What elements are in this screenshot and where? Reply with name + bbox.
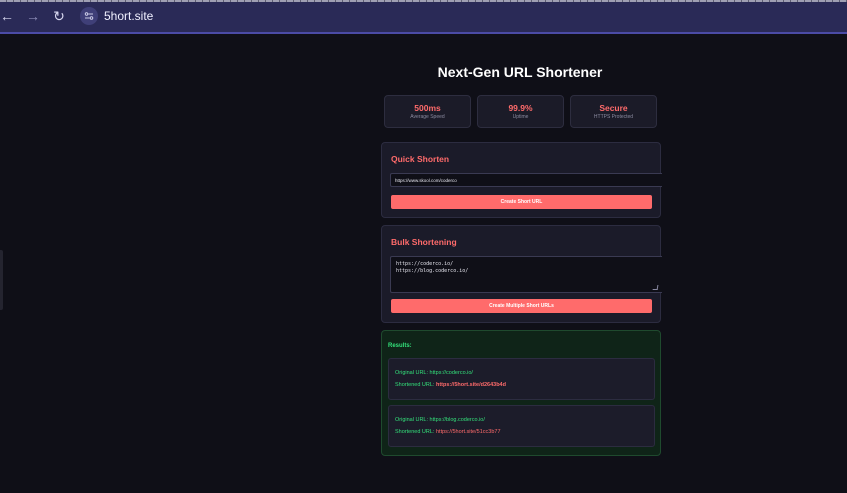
bulk-shortening-heading: Bulk Shortening bbox=[391, 237, 457, 247]
shortened-url-link[interactable]: https://5hort.site/d2643b4d bbox=[436, 382, 506, 388]
stat-value: Secure bbox=[599, 102, 628, 113]
original-url-line: Original URL: https://coderco.io/ bbox=[395, 370, 473, 376]
page-title: Next-Gen URL Shortener bbox=[437, 64, 603, 80]
shortened-url-line: Shortened URL: https://5hort.site/d2643b… bbox=[395, 382, 506, 388]
bulk-shortening-card: Bulk Shortening Create Multiple Short UR… bbox=[381, 225, 662, 323]
url-input[interactable] bbox=[390, 173, 662, 187]
reload-icon[interactable]: ↻ bbox=[48, 5, 70, 27]
stat-card-security: Secure HTTPS Protected bbox=[570, 95, 657, 128]
stat-label: HTTPS Protected bbox=[593, 113, 634, 120]
shortened-url-line: Shortened URL: https://5hort.site/51cc3b… bbox=[395, 429, 501, 435]
result-item: Original URL: https://coderco.io/ Shorte… bbox=[388, 358, 655, 400]
stats-row: 500ms Average Speed 99.9% Uptime Secure … bbox=[384, 95, 657, 128]
stat-value: 99.9% bbox=[508, 102, 533, 113]
original-url-line: Original URL: https://blog.coderco.io/ bbox=[395, 417, 485, 423]
stat-label: Uptime bbox=[512, 113, 529, 120]
quick-shorten-heading: Quick Shorten bbox=[391, 154, 450, 164]
quick-shorten-card: Quick Shorten Create Short URL bbox=[381, 142, 662, 218]
address-bar[interactable]: 5hort.site bbox=[80, 4, 153, 28]
tab-strip-edge bbox=[0, 0, 847, 2]
original-url-label: Original URL: bbox=[395, 417, 429, 423]
stat-value: 500ms bbox=[414, 102, 441, 113]
original-url-value: https://blog.coderco.io/ bbox=[429, 417, 485, 423]
result-item: Original URL: https://blog.coderco.io/ S… bbox=[388, 405, 655, 447]
shortened-url-label: Shortened URL: bbox=[395, 429, 435, 435]
browser-toolbar: ← → ↻ 5hort.site bbox=[0, 0, 847, 34]
results-heading: Results: bbox=[388, 343, 412, 349]
create-multiple-short-urls-button[interactable]: Create Multiple Short URLs bbox=[391, 299, 652, 313]
stat-card-uptime: 99.9% Uptime bbox=[477, 95, 564, 128]
back-arrow-icon[interactable]: ← bbox=[0, 5, 18, 27]
side-panel-handle[interactable] bbox=[0, 250, 3, 310]
forward-arrow-icon[interactable]: → bbox=[22, 5, 44, 27]
results-panel: Results: Original URL: https://coderco.i… bbox=[381, 330, 661, 456]
site-settings-icon[interactable] bbox=[80, 7, 98, 25]
textarea-resize-handle[interactable] bbox=[652, 285, 659, 290]
address-bar-url[interactable]: 5hort.site bbox=[104, 9, 153, 23]
original-url-label: Original URL: bbox=[395, 370, 429, 376]
shortened-url-label: Shortened URL: bbox=[395, 382, 435, 388]
shortened-url-link[interactable]: https://5hort.site/51cc3b77 bbox=[436, 429, 501, 435]
create-short-url-button[interactable]: Create Short URL bbox=[391, 195, 652, 209]
stat-label: Average Speed bbox=[410, 113, 445, 120]
stat-card-speed: 500ms Average Speed bbox=[384, 95, 471, 128]
original-url-value: https://coderco.io/ bbox=[429, 370, 473, 376]
bulk-urls-textarea[interactable] bbox=[390, 256, 662, 293]
